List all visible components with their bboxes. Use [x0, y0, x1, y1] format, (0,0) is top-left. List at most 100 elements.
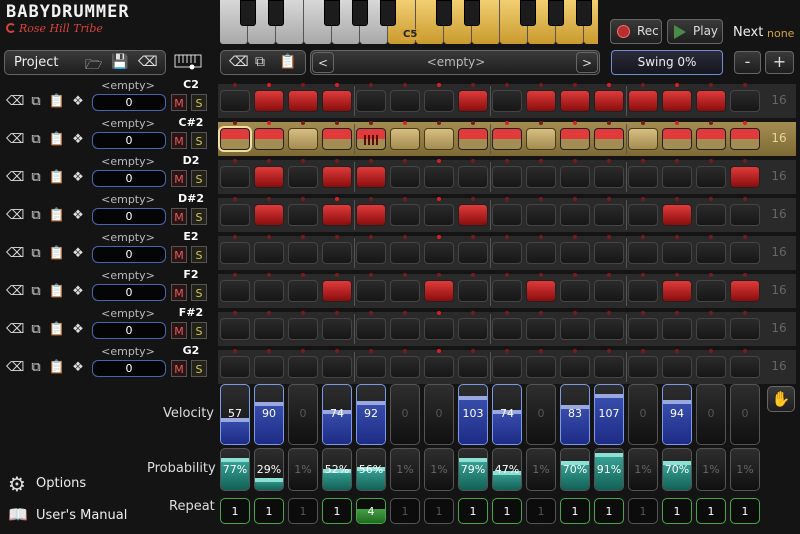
probability-slider[interactable]: 70%: [662, 448, 692, 491]
clear-pattern-icon[interactable]: ⌫: [229, 54, 249, 70]
step-button[interactable]: [322, 90, 352, 112]
repeat-selector[interactable]: 1: [492, 498, 522, 524]
solo-button[interactable]: S: [191, 360, 207, 377]
probability-slider[interactable]: 47%: [492, 448, 522, 491]
swing-button[interactable]: Swing 0%: [611, 50, 723, 75]
velocity-slider[interactable]: 103: [458, 384, 488, 445]
step-button[interactable]: [594, 90, 624, 112]
step-button[interactable]: [560, 318, 590, 340]
step-button[interactable]: [458, 204, 488, 226]
track-sample-name[interactable]: <empty>: [92, 155, 164, 168]
track-value-field[interactable]: 0: [92, 246, 166, 263]
repeat-selector[interactable]: 1: [322, 498, 352, 524]
step-button[interactable]: [424, 90, 454, 112]
step-button[interactable]: [594, 280, 624, 302]
step-button[interactable]: [356, 280, 386, 302]
step-button[interactable]: [254, 90, 284, 112]
repeat-selector[interactable]: 1: [458, 498, 488, 524]
step-button[interactable]: [526, 242, 556, 264]
piano-black-key[interactable]: [548, 0, 564, 26]
step-button[interactable]: [322, 356, 352, 378]
probability-slider[interactable]: 1%: [730, 448, 760, 491]
track-paste-icon[interactable]: 📋: [48, 359, 66, 377]
velocity-slider[interactable]: 92: [356, 384, 386, 445]
keyboard-toggle-icon[interactable]: [174, 54, 208, 70]
step-button[interactable]: [390, 242, 420, 264]
track-fill-icon[interactable]: ❖: [69, 93, 87, 111]
step-button[interactable]: [322, 128, 352, 150]
step-button[interactable]: [288, 280, 318, 302]
piano-black-key[interactable]: [464, 0, 480, 26]
eraser-icon[interactable]: ⌫: [138, 54, 158, 70]
step-button[interactable]: [254, 356, 284, 378]
repeat-selector[interactable]: 1: [288, 498, 318, 524]
step-button[interactable]: [628, 90, 658, 112]
step-button[interactable]: [458, 242, 488, 264]
step-button[interactable]: [424, 280, 454, 302]
step-button[interactable]: [424, 204, 454, 226]
step-button[interactable]: [730, 356, 760, 378]
pattern-name[interactable]: <empty>: [341, 55, 571, 69]
step-button[interactable]: [322, 204, 352, 226]
track-sample-name[interactable]: <empty>: [92, 117, 164, 130]
velocity-slider[interactable]: 90: [254, 384, 284, 445]
track-value-field[interactable]: 0: [92, 132, 166, 149]
track-paste-icon[interactable]: 📋: [48, 93, 66, 111]
track-fill-icon[interactable]: ❖: [69, 321, 87, 339]
velocity-slider[interactable]: 0: [526, 384, 556, 445]
repeat-selector[interactable]: 1: [594, 498, 624, 524]
step-button[interactable]: [288, 242, 318, 264]
step-button[interactable]: [220, 242, 250, 264]
step-button[interactable]: [254, 128, 284, 150]
track-clear-icon[interactable]: ⌫: [6, 321, 24, 339]
velocity-slider[interactable]: 74: [492, 384, 522, 445]
solo-button[interactable]: S: [191, 322, 207, 339]
track-value-field[interactable]: 0: [92, 94, 166, 111]
track-copy-icon[interactable]: ⧉: [27, 169, 45, 187]
step-button[interactable]: [458, 280, 488, 302]
track-clear-icon[interactable]: ⌫: [6, 359, 24, 377]
step-button[interactable]: [628, 242, 658, 264]
step-button[interactable]: [594, 128, 624, 150]
probability-slider[interactable]: 77%: [220, 448, 250, 491]
step-button[interactable]: [220, 166, 250, 188]
step-button[interactable]: [220, 204, 250, 226]
step-button[interactable]: [458, 318, 488, 340]
step-button[interactable]: [526, 204, 556, 226]
step-button[interactable]: [424, 242, 454, 264]
piano-black-key[interactable]: [240, 0, 256, 26]
hand-tool-icon[interactable]: ✋: [767, 386, 795, 412]
step-button[interactable]: [220, 280, 250, 302]
track-paste-icon[interactable]: 📋: [48, 245, 66, 263]
track-sample-name[interactable]: <empty>: [92, 307, 164, 320]
options-link[interactable]: Options: [36, 476, 86, 491]
track-value-field[interactable]: 0: [92, 170, 166, 187]
step-button[interactable]: [356, 166, 386, 188]
step-button[interactable]: [254, 280, 284, 302]
step-button[interactable]: [628, 318, 658, 340]
user-manual-link[interactable]: User's Manual: [36, 508, 127, 523]
step-button[interactable]: [254, 204, 284, 226]
probability-slider[interactable]: 79%: [458, 448, 488, 491]
step-button[interactable]: [662, 280, 692, 302]
probability-slider[interactable]: 70%: [560, 448, 590, 491]
velocity-slider[interactable]: 0: [730, 384, 760, 445]
step-button[interactable]: [356, 204, 386, 226]
repeat-selector[interactable]: 4: [356, 498, 386, 524]
probability-slider[interactable]: 56%: [356, 448, 386, 491]
prev-pattern-button[interactable]: <: [312, 52, 334, 73]
save-icon[interactable]: 💾: [111, 54, 128, 70]
step-button[interactable]: [696, 166, 726, 188]
track-paste-icon[interactable]: 📋: [48, 283, 66, 301]
track-sample-name[interactable]: <empty>: [92, 79, 164, 92]
next-pattern-button[interactable]: >: [576, 52, 598, 73]
track-value-field[interactable]: 0: [92, 208, 166, 225]
step-button[interactable]: [730, 204, 760, 226]
step-button[interactable]: [458, 128, 488, 150]
track-value-field[interactable]: 0: [92, 284, 166, 301]
step-button[interactable]: [492, 204, 522, 226]
solo-button[interactable]: S: [191, 94, 207, 111]
step-button[interactable]: [424, 356, 454, 378]
step-button[interactable]: [492, 318, 522, 340]
step-button[interactable]: [322, 166, 352, 188]
